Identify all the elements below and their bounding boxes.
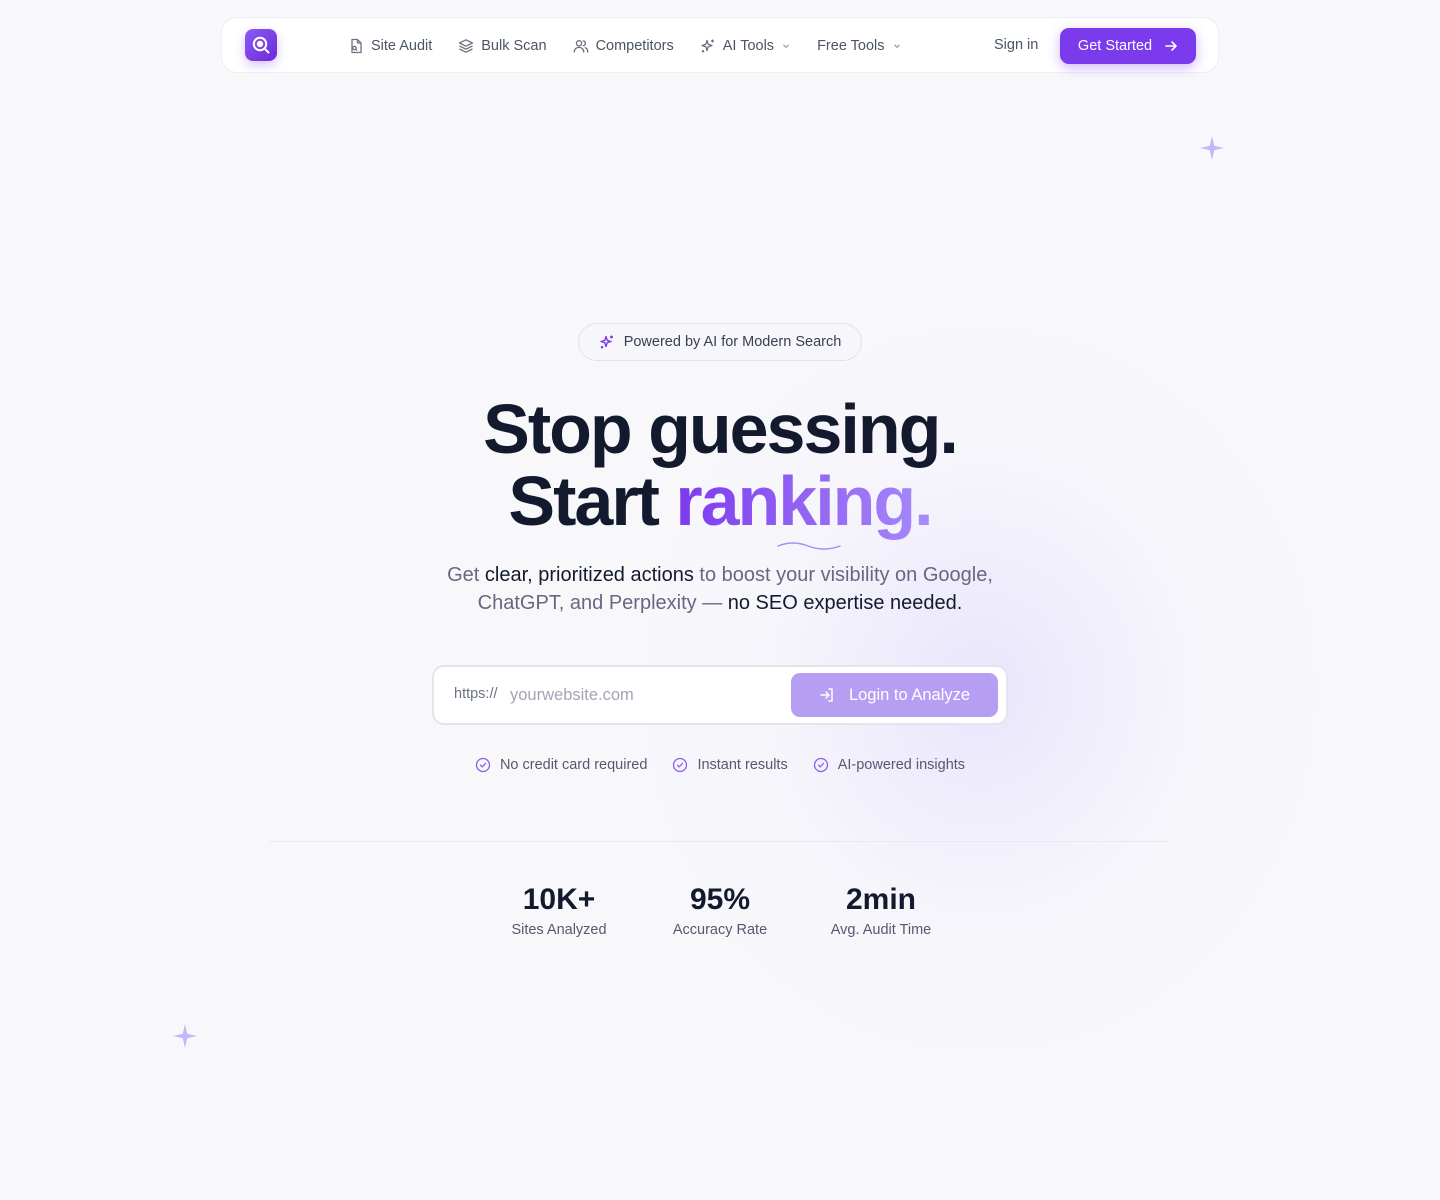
stat-label: Sites Analyzed (511, 922, 607, 938)
headline-line-2-plain: Start (508, 462, 676, 540)
powered-by-badge: Powered by AI for Modern Search (578, 323, 862, 361)
nav-free-tools[interactable]: Free Tools (817, 38, 901, 54)
get-started-button[interactable]: Get Started (1060, 28, 1196, 64)
nav-competitors-label: Competitors (595, 38, 674, 54)
headline-accent: ranking. (675, 462, 933, 540)
headline-line-1: Stop guessing. (483, 390, 959, 468)
nav-site-audit[interactable]: Site Audit (348, 38, 432, 54)
check-circle-icon (475, 757, 491, 773)
url-search-form: https:// Login to Analyze (432, 665, 1008, 725)
stat-accuracy-rate: 95% Accuracy Rate (640, 880, 801, 938)
sparkles-icon (701, 39, 714, 53)
url-prefix: https:// (454, 686, 498, 702)
check-item: Instant results (672, 757, 788, 773)
feature-checks: No credit card required Instant results … (0, 757, 1440, 773)
subtitle-text: to boost your visibility on Google, (693, 564, 993, 586)
underline-squiggle (777, 542, 841, 550)
sparkles-icon (599, 335, 613, 349)
users-icon (573, 40, 589, 53)
stat-label: Avg. Audit Time (830, 922, 932, 938)
sparkle-icon (1200, 136, 1224, 160)
nav-site-audit-label: Site Audit (371, 38, 433, 54)
get-started-label: Get Started (1077, 38, 1153, 54)
search-analytics-icon (252, 36, 270, 54)
arrow-right-icon (1165, 41, 1177, 51)
check-label: AI-powered insights (837, 757, 966, 773)
nav-free-tools-label: Free Tools (817, 38, 885, 54)
login-icon (820, 688, 833, 702)
hero-headline: Stop guessing. Start ranking. (0, 393, 1440, 537)
nav-competitors[interactable]: Competitors (573, 38, 674, 54)
stat-value: 95% (689, 883, 751, 916)
login-button-label: Login to Analyze (848, 685, 971, 704)
top-navbar: Site Audit Bulk Scan Competitors AI Tool… (221, 17, 1219, 73)
check-circle-icon (813, 757, 828, 773)
stat-avg-audit-time: 2min Avg. Audit Time (801, 880, 962, 938)
subtitle-emphasis: no SEO expertise needed. (727, 592, 963, 614)
check-label: No credit card required (499, 757, 648, 773)
subtitle-emphasis: clear, prioritized actions (484, 564, 694, 586)
stat-sites-analyzed: 10K+ Sites Analyzed (479, 880, 640, 938)
subtitle-text: ChatGPT, and Perplexity — (477, 592, 728, 614)
website-url-input[interactable] (510, 681, 780, 709)
file-search-icon (351, 38, 362, 54)
check-item: No credit card required (475, 757, 648, 773)
check-circle-icon (673, 757, 688, 773)
stat-label: Accuracy Rate (672, 922, 768, 938)
check-label: Instant results (697, 757, 788, 773)
stat-value: 10K+ (522, 883, 596, 916)
chevron-down-icon (783, 44, 790, 49)
stat-value: 2min (845, 883, 917, 916)
nav-bulk-scan[interactable]: Bulk Scan (458, 38, 547, 54)
sparkle-icon (173, 1024, 197, 1048)
chevron-down-icon (893, 44, 900, 49)
divider (270, 841, 1168, 842)
stats-row: 10K+ Sites Analyzed 95% Accuracy Rate 2m… (0, 880, 1440, 938)
subtitle-text: Get (447, 564, 485, 586)
nav-bulk-scan-label: Bulk Scan (481, 38, 547, 54)
layers-icon (459, 39, 474, 53)
login-to-analyze-button[interactable]: Login to Analyze (791, 673, 998, 717)
nav-ai-tools-label: AI Tools (722, 38, 775, 54)
nav-ai-tools[interactable]: AI Tools (700, 38, 791, 54)
hero-subtitle: Get clear, prioritized actions to boost … (0, 561, 1440, 617)
check-item: AI-powered insights (813, 757, 965, 773)
sign-in-link[interactable]: Sign in (994, 37, 1038, 53)
badge-label: Powered by AI for Modern Search (623, 334, 842, 350)
logo[interactable] (245, 29, 277, 61)
